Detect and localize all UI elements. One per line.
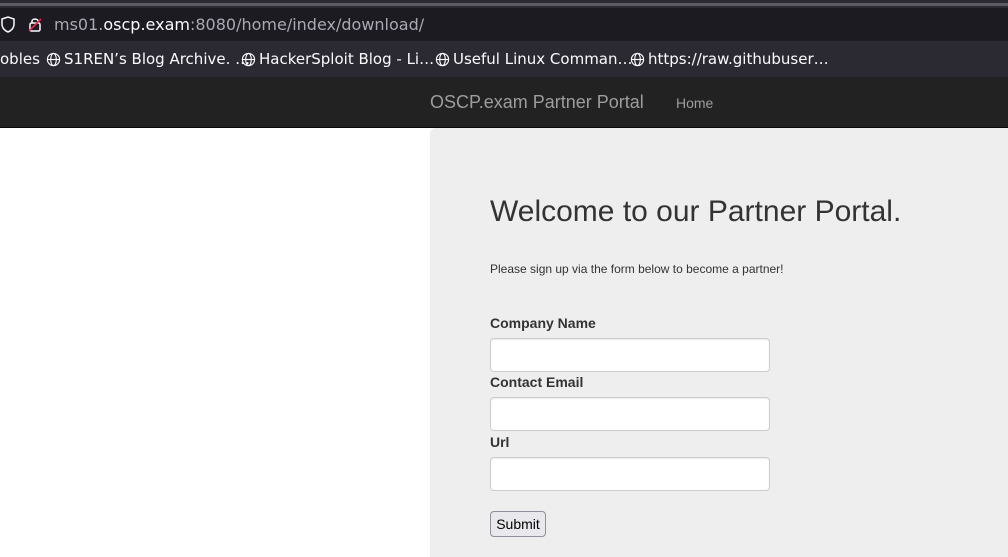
submit-button[interactable]: Submit [490, 511, 546, 537]
shield-icon[interactable] [0, 16, 16, 33]
url-host: oscp.exam [103, 15, 190, 34]
bookmark-item[interactable]: obles [0, 49, 40, 69]
bookmarks-toolbar: obles S1REN’s Blog Archive. … HackerSplo… [0, 41, 1008, 77]
navbar-brand[interactable]: OSCP.exam Partner Portal [430, 92, 644, 112]
bookmark-label: https://raw.githubuser… [648, 50, 829, 68]
page-gutter [0, 128, 430, 557]
globe-icon [435, 52, 450, 66]
tab-strip-edge [0, 3, 1008, 6]
company-name-input[interactable] [490, 338, 770, 372]
bookmark-label: HackerSploit Blog - Li… [259, 50, 435, 68]
nav-link-home[interactable]: Home [676, 94, 713, 112]
globe-icon [241, 52, 256, 66]
bookmark-item[interactable]: S1REN’s Blog Archive. … [46, 49, 250, 69]
address-bar[interactable]: ms01.oscp.exam:8080/home/index/download/ [0, 8, 1008, 41]
contact-email-label: Contact Email [490, 374, 584, 390]
site-navbar: OSCP.exam Partner Portal Home [0, 77, 1008, 128]
contact-email-input[interactable] [490, 397, 770, 431]
globe-icon [46, 52, 61, 66]
bookmark-label: obles [0, 50, 40, 68]
url-path: :8080/home/index/download/ [189, 15, 425, 34]
lead-text: Please sign up via the form below to bec… [490, 262, 784, 276]
globe-icon [630, 52, 645, 66]
url-label: Url [490, 434, 510, 450]
url-input[interactable] [490, 457, 770, 491]
url-prefix: ms01. [54, 15, 104, 34]
bookmark-item[interactable]: HackerSploit Blog - Li… [241, 49, 434, 69]
url-text[interactable]: ms01.oscp.exam:8080/home/index/download/ [54, 15, 424, 35]
company-name-label: Company Name [490, 315, 596, 331]
page-title: Welcome to our Partner Portal. [490, 195, 902, 228]
browser-top-edge [0, 0, 1008, 8]
bookmark-item[interactable]: https://raw.githubuser… [630, 49, 829, 69]
bookmark-label: S1REN’s Blog Archive. … [64, 50, 251, 68]
insecure-lock-icon[interactable] [27, 16, 43, 33]
bookmark-label: Useful Linux Comman… [453, 50, 633, 68]
bookmark-item[interactable]: Useful Linux Comman… [435, 49, 633, 69]
